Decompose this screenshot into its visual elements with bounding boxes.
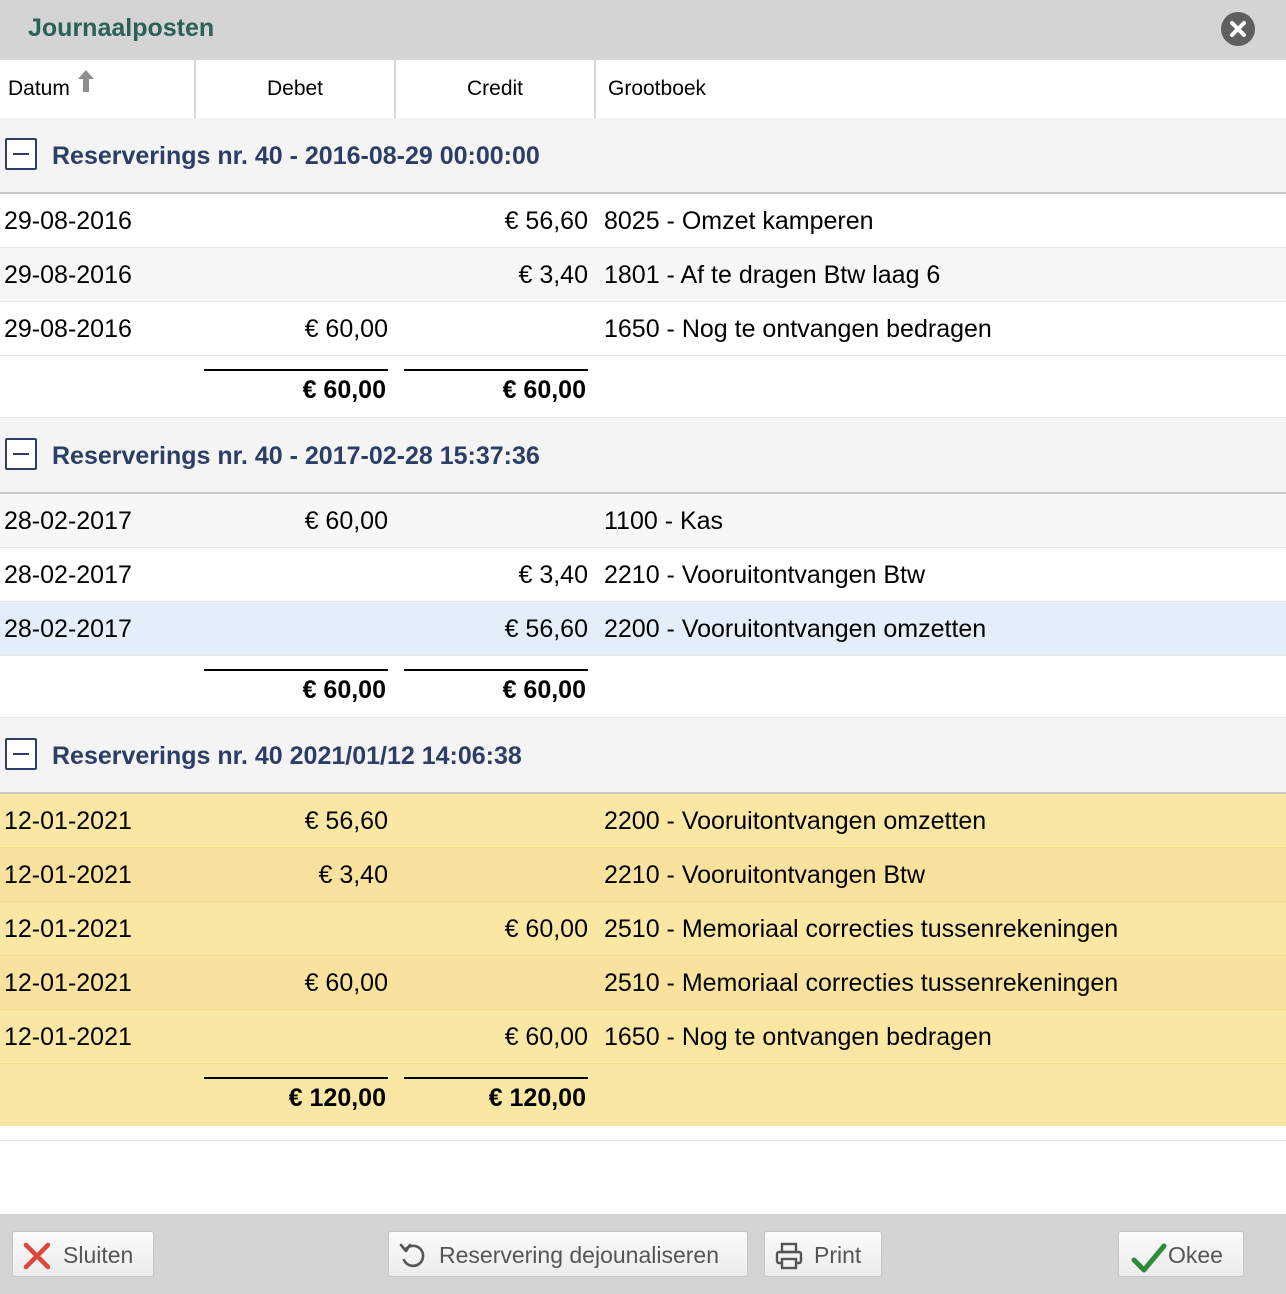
group-title: Reserverings nr. 40 2021/01/12 14:06:38 bbox=[52, 742, 522, 770]
table-row[interactable]: 12-01-2021 € 3,40 2210 - Vooruitontvange… bbox=[0, 848, 1286, 902]
cell-debet: € 60,00 bbox=[304, 969, 388, 997]
cell-ledger: 1650 - Nog te ontvangen bedragen bbox=[604, 315, 992, 343]
total-debet: € 60,00 bbox=[204, 669, 388, 709]
collapse-minus-icon[interactable] bbox=[5, 138, 37, 170]
checkmark-icon bbox=[1131, 1243, 1167, 1273]
okee-button[interactable]: Okee bbox=[1118, 1231, 1244, 1277]
cell-debet: € 60,00 bbox=[304, 507, 388, 535]
group-title: Reserverings nr. 40 - 2016-08-29 00:00:0… bbox=[52, 142, 540, 170]
cell-date: 28-02-2017 bbox=[4, 507, 132, 535]
group-header[interactable]: Reserverings nr. 40 - 2017-02-28 15:37:3… bbox=[0, 418, 1286, 494]
table-row[interactable]: 12-01-2021 € 60,00 2510 - Memoriaal corr… bbox=[0, 956, 1286, 1010]
column-header-grootboek-label: Grootboek bbox=[608, 77, 707, 100]
cell-date: 12-01-2021 bbox=[4, 915, 132, 943]
cell-debet: € 56,60 bbox=[304, 807, 388, 835]
cell-date: 29-08-2016 bbox=[4, 315, 132, 343]
cell-credit: € 56,60 bbox=[504, 615, 588, 643]
cell-date: 29-08-2016 bbox=[4, 207, 132, 235]
list-end-divider bbox=[0, 1126, 1286, 1141]
group-total-row: € 120,00 € 120,00 bbox=[0, 1064, 1286, 1126]
cell-ledger: 1100 - Kas bbox=[604, 507, 724, 535]
table-row[interactable]: 28-02-2017 € 60,00 1100 - Kas bbox=[0, 494, 1286, 548]
cell-ledger: 8025 - Omzet kamperen bbox=[604, 207, 874, 235]
cell-ledger: 2510 - Memoriaal correcties tussenrekeni… bbox=[604, 915, 1119, 943]
total-credit: € 120,00 bbox=[404, 1077, 588, 1117]
sluiten-label: Sluiten bbox=[63, 1242, 134, 1268]
dialog-title: Journaalposten bbox=[28, 14, 215, 42]
total-debet: € 120,00 bbox=[204, 1077, 388, 1117]
reservering-dejournaliseren-button[interactable]: Reservering dejounaliseren bbox=[388, 1231, 748, 1277]
total-debet: € 60,00 bbox=[204, 369, 388, 409]
column-header-row: Datum Debet Credit Grootboek bbox=[0, 60, 1286, 118]
cell-credit: € 60,00 bbox=[504, 915, 588, 943]
cell-debet: € 3,40 bbox=[318, 861, 388, 889]
cell-date: 12-01-2021 bbox=[4, 969, 132, 997]
group-header[interactable]: Reserverings nr. 40 - 2016-08-29 00:00:0… bbox=[0, 118, 1286, 194]
cell-date: 12-01-2021 bbox=[4, 807, 132, 835]
print-button[interactable]: Print bbox=[764, 1231, 882, 1277]
cell-date: 28-02-2017 bbox=[4, 615, 132, 643]
cell-credit: € 60,00 bbox=[504, 1023, 588, 1051]
dialog-titlebar: Journaalposten bbox=[0, 0, 1286, 60]
column-header-datum[interactable]: Datum bbox=[0, 60, 196, 118]
okee-label: Okee bbox=[1168, 1242, 1223, 1268]
table-row-selected[interactable]: 28-02-2017 € 56,60 2200 - Vooruitontvang… bbox=[0, 602, 1286, 656]
cell-date: 12-01-2021 bbox=[4, 861, 132, 889]
journal-entry-list: Reserverings nr. 40 - 2016-08-29 00:00:0… bbox=[0, 118, 1286, 1141]
table-row[interactable]: 28-02-2017 € 3,40 2210 - Vooruitontvange… bbox=[0, 548, 1286, 602]
dialog-footer: Sluiten Reservering dejounaliseren Print… bbox=[0, 1214, 1286, 1294]
group-title: Reserverings nr. 40 - 2017-02-28 15:37:3… bbox=[52, 442, 540, 470]
group-total-row: € 60,00 € 60,00 bbox=[0, 656, 1286, 718]
printer-icon bbox=[775, 1242, 803, 1270]
column-header-debet-label: Debet bbox=[266, 77, 324, 100]
cell-date: 29-08-2016 bbox=[4, 261, 132, 289]
cell-ledger: 2510 - Memoriaal correcties tussenrekeni… bbox=[604, 969, 1119, 997]
total-credit: € 60,00 bbox=[404, 369, 588, 409]
sort-up-arrow-icon bbox=[76, 58, 96, 116]
column-header-debet[interactable]: Debet bbox=[196, 60, 396, 118]
cell-debet: € 60,00 bbox=[304, 315, 388, 343]
sluiten-button[interactable]: Sluiten bbox=[12, 1231, 154, 1277]
total-credit: € 60,00 bbox=[404, 669, 588, 709]
red-x-icon bbox=[23, 1242, 51, 1270]
close-circle-icon bbox=[1230, 21, 1246, 37]
cell-credit: € 56,60 bbox=[504, 207, 588, 235]
table-row[interactable]: 12-01-2021 € 60,00 2510 - Memoriaal corr… bbox=[0, 902, 1286, 956]
cell-date: 12-01-2021 bbox=[4, 1023, 132, 1051]
cell-ledger: 2200 - Vooruitontvangen omzetten bbox=[604, 807, 987, 835]
column-header-credit-label: Credit bbox=[466, 77, 524, 100]
cell-ledger: 1801 - Af te dragen Btw laag 6 bbox=[604, 261, 941, 289]
group-header[interactable]: Reserverings nr. 40 2021/01/12 14:06:38 bbox=[0, 718, 1286, 794]
cell-ledger: 1650 - Nog te ontvangen bedragen bbox=[604, 1023, 992, 1051]
collapse-minus-icon[interactable] bbox=[5, 738, 37, 770]
reservering-dejournaliseren-label: Reservering dejounaliseren bbox=[439, 1242, 719, 1268]
table-row[interactable]: 12-01-2021 € 60,00 1650 - Nog te ontvang… bbox=[0, 1010, 1286, 1064]
table-row[interactable]: 29-08-2016 € 56,60 8025 - Omzet kamperen bbox=[0, 194, 1286, 248]
cell-credit: € 3,40 bbox=[518, 561, 588, 589]
cell-ledger: 2210 - Vooruitontvangen Btw bbox=[604, 561, 926, 589]
cell-ledger: 2210 - Vooruitontvangen Btw bbox=[604, 861, 926, 889]
column-header-grootboek[interactable]: Grootboek bbox=[596, 60, 1286, 118]
collapse-minus-icon[interactable] bbox=[5, 438, 37, 470]
print-label: Print bbox=[814, 1242, 862, 1268]
table-row[interactable]: 12-01-2021 € 56,60 2200 - Vooruitontvang… bbox=[0, 794, 1286, 848]
column-header-credit[interactable]: Credit bbox=[396, 60, 596, 118]
cell-credit: € 3,40 bbox=[518, 261, 588, 289]
table-row[interactable]: 29-08-2016 € 60,00 1650 - Nog te ontvang… bbox=[0, 302, 1286, 356]
cell-ledger: 2200 - Vooruitontvangen omzetten bbox=[604, 615, 987, 643]
undo-arrow-icon bbox=[399, 1243, 425, 1268]
group-total-row: € 60,00 € 60,00 bbox=[0, 356, 1286, 418]
table-row[interactable]: 29-08-2016 € 3,40 1801 - Af te dragen Bt… bbox=[0, 248, 1286, 302]
close-dialog-button[interactable] bbox=[1221, 12, 1255, 46]
column-header-datum-label: Datum bbox=[8, 77, 70, 100]
cell-date: 28-02-2017 bbox=[4, 561, 132, 589]
